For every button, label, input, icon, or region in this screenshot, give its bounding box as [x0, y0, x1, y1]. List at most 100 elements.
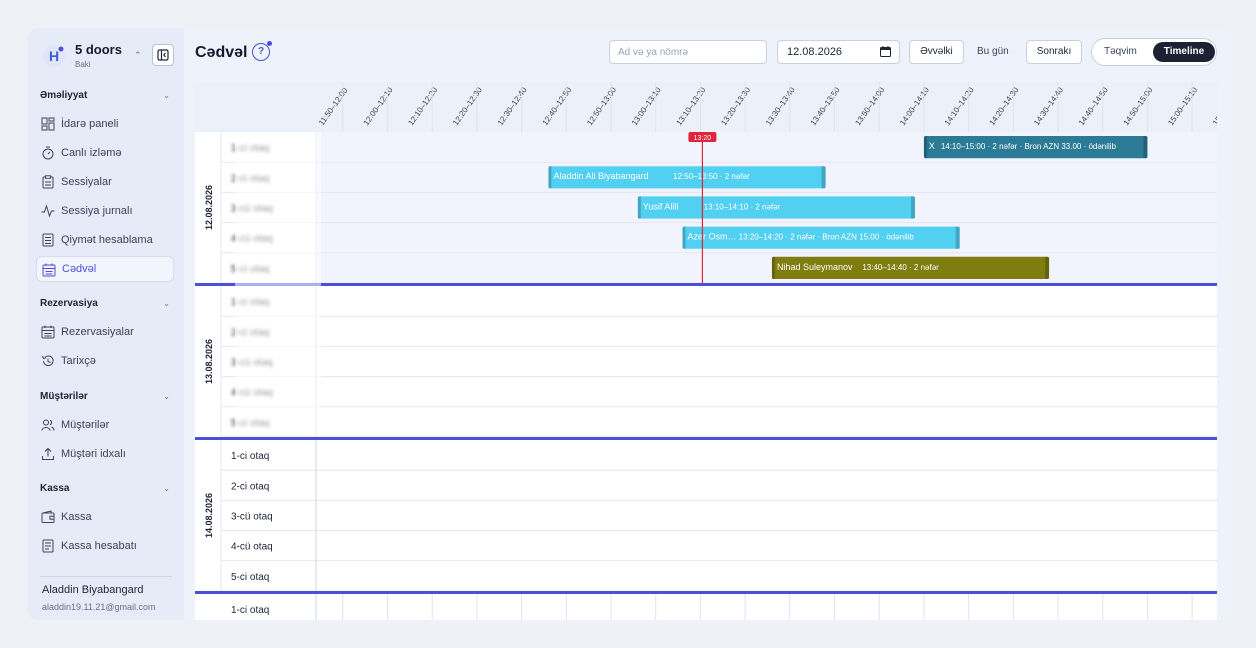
search-input[interactable]: [609, 40, 767, 64]
sidebar-item-label: Qiymət hesablama: [61, 234, 153, 246]
chevron-updown-icon[interactable]: ⌃: [134, 50, 142, 61]
booking-handle-right[interactable]: [821, 166, 826, 189]
sidebar-section-title: Əməliyyat: [40, 90, 88, 101]
booking-detail: 13:40–14:40 · 2 nəfər: [862, 263, 939, 272]
booking-handle-left[interactable]: [637, 196, 641, 219]
sidebar-section-4[interactable]: Kassa ⌄: [40, 483, 172, 497]
booking-name: Nihad Suleymanov: [777, 262, 853, 272]
sidebar-section-1[interactable]: Əməliyyat ⌄: [40, 90, 172, 104]
sidebar-item-label: Cədvəl: [62, 263, 97, 275]
sidebar-item-label: İdarə paneli: [61, 118, 119, 130]
brand-logo-icon: H: [43, 45, 65, 67]
privacy-blur-overlay: [235, 132, 321, 436]
brand-name: 5 doors: [75, 42, 122, 57]
booking-detail: 14:10–15:00 · 2 nəfər · Bron AZN 33.00 ·…: [941, 142, 1117, 151]
booking-handle-left[interactable]: [923, 136, 927, 159]
room-label[interactable]: 2-ci otaq: [231, 481, 269, 492]
day-row-bg: [316, 286, 1217, 437]
sidebar-item-label: Müştəri idxalı: [61, 448, 126, 460]
room-label[interactable]: 1-ci otaq: [231, 451, 269, 462]
sidebar-item-label: Sessiyalar: [61, 176, 112, 188]
sidebar-item-3-1[interactable]: Müştərilər: [36, 412, 174, 438]
sidebar-item-label: Canlı izləmə: [61, 147, 122, 159]
chevron-down-icon[interactable]: ⌄: [163, 299, 170, 308]
sidebar-item-2-1[interactable]: Rezervasiyalar: [36, 319, 174, 345]
booking-name: Aladdin Ali Biyabangard: [553, 171, 648, 181]
sidebar-item-4-2[interactable]: Kassa hesabatı: [36, 533, 174, 559]
chevron-down-icon[interactable]: ⌄: [163, 484, 170, 493]
sidebar-collapse-icon: [157, 49, 169, 61]
timeline-grid: 11:50–12:00 12:00–12:10 12:10–12:20 12:20–1…: [195, 82, 1217, 620]
day-separator: [195, 437, 1217, 440]
brand-city: Baki: [75, 60, 91, 69]
sidebar-item-label: Kassa: [61, 511, 92, 523]
day-separator: [195, 283, 1217, 286]
stopwatch-icon: [42, 146, 54, 160]
now-marker-label: 13:20: [694, 135, 712, 142]
booking-detail: 13:20–14:20 · 2 nəfər · Bron AZN 15.00 ·…: [739, 233, 915, 242]
booking-handle-left[interactable]: [771, 256, 775, 279]
calendar-icon: [42, 263, 56, 277]
date-picker[interactable]: 12.08.2026: [777, 40, 900, 64]
sidebar-item-1-1[interactable]: İdarə paneli: [36, 111, 174, 137]
booking-handle-right[interactable]: [1045, 256, 1050, 279]
date-value: 12.08.2026: [787, 46, 843, 58]
room-label[interactable]: 1-ci otaq: [231, 605, 269, 616]
prev-button[interactable]: Əvvəlki: [909, 40, 964, 64]
booking-handle-left[interactable]: [682, 226, 686, 249]
booking-block[interactable]: X 14:10–15:00 · 2 nəfər · Bron AZN 33.00 …: [923, 136, 1148, 159]
day-date-label: 12.08.2026: [204, 185, 214, 230]
today-button[interactable]: Bu gün: [977, 46, 1009, 57]
user-email: aladdin19.11.21@gmail.com: [42, 602, 156, 612]
booking-handle-right[interactable]: [1143, 136, 1148, 159]
room-label[interactable]: 3-cü otaq: [231, 512, 273, 523]
booking-block[interactable]: Azer Osm… 13:20–14:20 · 2 nəfər · Bron AZ…: [682, 226, 960, 249]
room-label[interactable]: 4-cü otaq: [231, 542, 273, 553]
activity-icon: [41, 204, 55, 218]
sidebar-item-1-6[interactable]: Cədvəl: [36, 256, 174, 282]
sidebar-item-1-2[interactable]: Canlı izləmə: [36, 140, 174, 166]
sidebar-item-2-2[interactable]: Tarixçə: [36, 348, 174, 374]
view-calendar-tab[interactable]: Təqvim: [1104, 46, 1137, 57]
room-label[interactable]: 5-ci otaq: [231, 572, 269, 583]
booking-detail: 13:10–14:10 · 2 nəfər: [704, 202, 781, 211]
sidebar-section-3[interactable]: Müştərilər ⌄: [40, 391, 172, 405]
view-timeline-tab[interactable]: Timeline: [1153, 42, 1215, 62]
calculator-icon: [42, 233, 54, 247]
sidebar-collapse-button[interactable]: [152, 44, 174, 66]
day-separator: [195, 591, 1217, 594]
chevron-down-icon[interactable]: ⌄: [163, 91, 170, 100]
sidebar-section-title: Rezervasiya: [40, 298, 98, 309]
main-area: Cədvəl ? 12.08.2026 Əvvəlki Bu gün Sonra…: [184, 28, 1228, 620]
calendar-icon[interactable]: [880, 46, 891, 57]
sidebar-item-3-2[interactable]: Müştəri idxalı: [36, 441, 174, 467]
sidebar-item-1-5[interactable]: Qiymət hesablama: [36, 227, 174, 253]
sidebar-section-title: Kassa: [40, 483, 70, 494]
booking-handle-right[interactable]: [910, 196, 915, 219]
user-name[interactable]: Aladdin Biyabangard: [42, 584, 144, 596]
booking-handle-left[interactable]: [548, 166, 552, 189]
booking-block[interactable]: Yusif Alili 13:10–14:10 · 2 nəfər: [637, 196, 915, 219]
day-date-label: 14.08.2026: [204, 493, 214, 538]
notification-dot: [267, 41, 272, 46]
timeline-header: [195, 82, 1217, 132]
chevron-down-icon[interactable]: ⌄: [163, 392, 170, 401]
sidebar-item-1-3[interactable]: Sessiyalar: [36, 169, 174, 195]
timeline-canvas: 11:50–12:00 12:00–12:10 12:10–12:20 12:20–1…: [195, 82, 1217, 620]
sidebar-item-1-4[interactable]: Sessiya jurnalı: [36, 198, 174, 224]
day-row-bg: [316, 440, 1217, 591]
report-icon: [42, 539, 54, 553]
sidebar-item-label: Müştərilər: [61, 419, 110, 431]
brand: H 5 doors Baki ⌃: [40, 42, 176, 72]
sidebar-item-label: Rezervasiyalar: [61, 326, 134, 338]
booking-detail: 12:50–13:50 · 2 nəfər: [673, 172, 750, 181]
sidebar-item-4-1[interactable]: Kassa: [36, 504, 174, 530]
booking-block[interactable]: Nihad Suleymanov 13:40–14:40 · 2 nəfər: [771, 256, 1050, 279]
booking-block[interactable]: Aladdin Ali Biyabangard 12:50–13:50 · 2 n…: [548, 166, 826, 189]
upload-icon: [42, 447, 54, 460]
next-button[interactable]: Sonrakı: [1026, 40, 1082, 64]
booking-handle-right[interactable]: [955, 226, 960, 249]
dashboard-icon: [41, 117, 55, 131]
booking-name: Yusif Alili: [643, 201, 679, 211]
sidebar-section-2[interactable]: Rezervasiya ⌄: [40, 298, 172, 312]
